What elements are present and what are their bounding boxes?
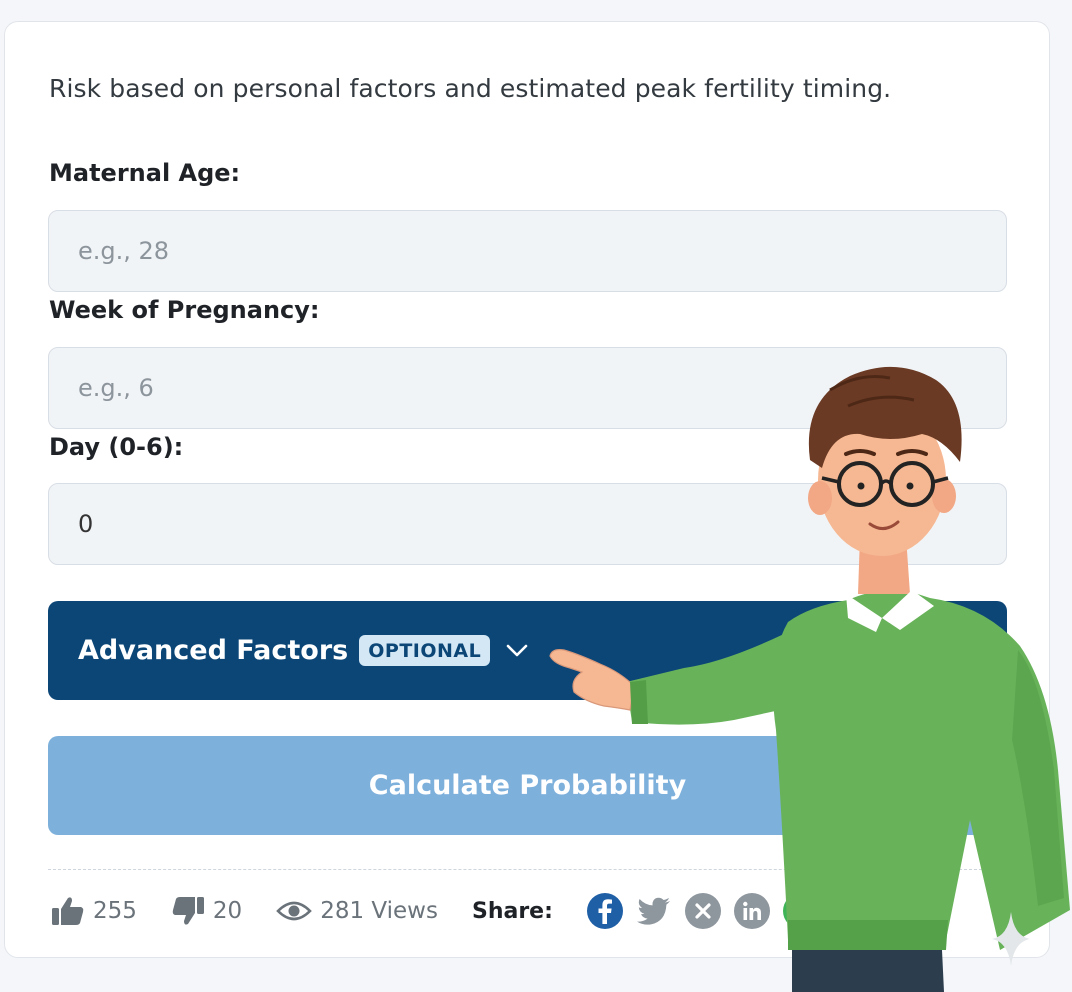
calculator-description: Risk based on personal factors and estim… <box>49 74 892 103</box>
eye-icon <box>276 901 313 921</box>
like-button[interactable]: 255 <box>51 895 137 927</box>
thumbs-down-icon <box>172 897 204 925</box>
chevron-down-icon <box>506 644 528 658</box>
views-count: 281 Views <box>320 898 438 924</box>
advanced-factors-title: Advanced Factors <box>78 635 349 666</box>
day-label: Day (0-6): <box>49 433 184 461</box>
dislike-button[interactable]: 20 <box>171 895 242 927</box>
pregnancy-week-label: Week of Pregnancy: <box>49 296 320 324</box>
maternal-age-label: Maternal Age: <box>49 159 241 187</box>
views-stat: 281 Views <box>276 898 438 924</box>
optional-badge: OPTIONAL <box>359 635 491 666</box>
sparkle-icon <box>992 912 1030 966</box>
like-count: 255 <box>93 898 137 924</box>
thumbs-up-icon <box>52 897 84 925</box>
dislike-count: 20 <box>212 898 243 924</box>
maternal-age-input[interactable] <box>48 210 1007 292</box>
presenter-illustration <box>549 366 1070 992</box>
